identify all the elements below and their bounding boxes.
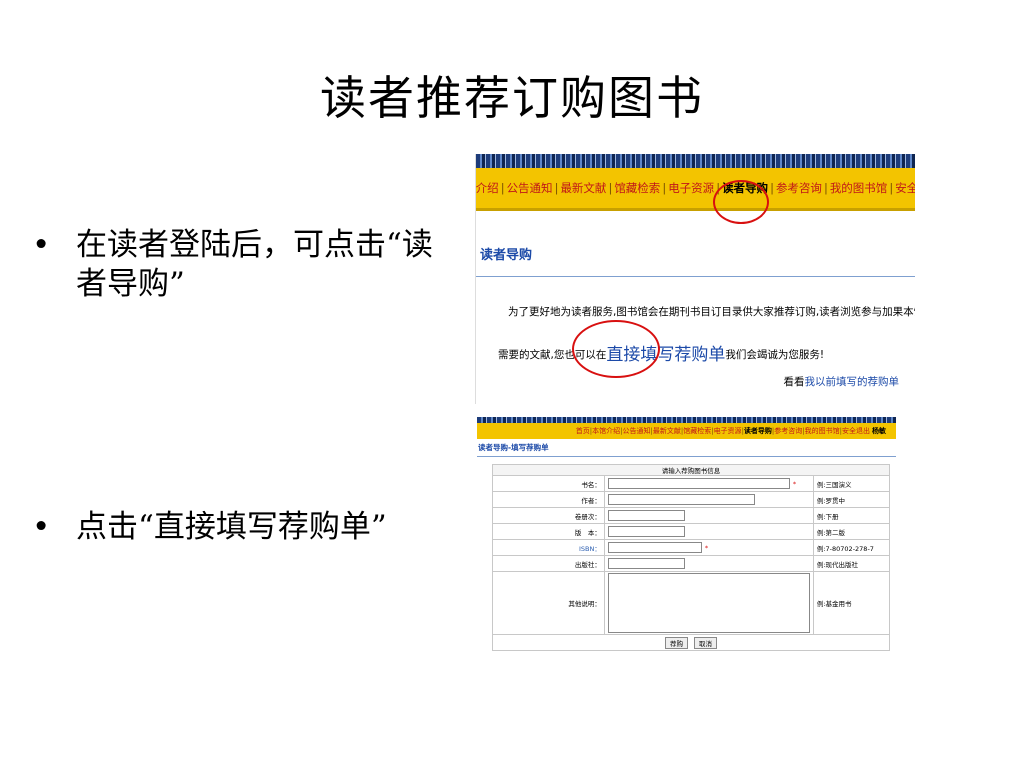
nav-bar: 首页| 本馆介绍| 公告通知| 最新文献| 馆藏检索| 电子资源| 读者导购| … (476, 168, 915, 211)
page-heading: 读者导购 (480, 248, 533, 263)
field-example: 例:下册 (812, 507, 891, 524)
nav-item-catalog[interactable]: 馆藏检索 (613, 180, 661, 196)
form-row-publisher: 出版社： 例:现代出版社 (492, 555, 891, 572)
recommend-form: 请输入荐购图书信息 书名： * 例:三国演义 作者： 例:罗贯中 卷册次： 例:… (492, 464, 891, 651)
bullet-fill-form: • 点击“直接填写荐购单” (32, 508, 442, 547)
field-label: 其他说明： (492, 571, 605, 635)
screenshot-recommend-form: 首页 | 本馆介绍 | 公告通知 | 最新文献 | 馆藏检索 | 电子资源 | 读者导购 | … (477, 417, 896, 679)
slide-title: 读者推荐订购图书 (320, 71, 704, 125)
bullet-login: • 在读者登陆后，可点击“读者导购” (32, 226, 442, 304)
nav-item-logout[interactable]: 安全退出 (894, 180, 915, 196)
highlight-circle (572, 320, 660, 378)
nav-item-notices[interactable]: 公告通知 (506, 180, 554, 196)
page-heading: 读者导购-填写荐购单 (477, 439, 896, 457)
required-mark: * (792, 479, 797, 488)
divider (476, 276, 915, 277)
field-example: 例:7-80702-278-7 (812, 539, 891, 556)
intro-text: 为了更好地为读者服务,图书馆会在期刊书目订目录供大家推荐订购,读者浏览参与加果本… (508, 306, 915, 318)
nav-item-e-resources[interactable]: 电子资源 (667, 180, 715, 196)
nav-item-reference[interactable]: 参考咨询 (774, 426, 802, 436)
form-title: 请输入荐购图书信息 (492, 464, 890, 476)
form-row-buttons: 荐购 取消 (492, 634, 890, 651)
field-label: 作者： (492, 491, 605, 508)
nav-item-e-resources[interactable]: 电子资源 (714, 426, 742, 436)
nav-item-notices[interactable]: 公告通知 (622, 426, 650, 436)
form-row-volume: 卷册次： 例:下册 (492, 507, 891, 524)
field-example: 例:罗贯中 (812, 491, 891, 508)
form-row-author: 作者： 例:罗贯中 (492, 491, 891, 508)
field-label: 书名： (492, 475, 605, 492)
nav-item-my-library[interactable]: 我的图书馆 (829, 180, 889, 196)
intro-text-2: 需要的文献,您也可以在直接填写荐购单我们会竭诚为您服务! (498, 340, 824, 365)
nav-item-my-library[interactable]: 我的图书馆 (805, 426, 840, 436)
field-label: 卷册次： (492, 507, 605, 524)
nav-bar: 首页| 本馆介绍| 公告通知| 最新文献| 馆藏检索| 电子资源| 读者导购| … (477, 423, 896, 439)
field-example: 例:三国演义 (812, 475, 891, 492)
form-row-edition: 版 本： 例:第二版 (492, 523, 891, 540)
nav-item-about[interactable]: 本馆介绍 (476, 180, 500, 196)
nav-item-new-docs[interactable]: 最新文献 (653, 426, 681, 436)
publisher-input[interactable] (607, 558, 685, 569)
user-name: 杨敏 (872, 427, 886, 435)
nav-item-catalog[interactable]: 馆藏检索 (683, 426, 711, 436)
edition-input[interactable] (607, 526, 685, 537)
form-row-notes: 其他说明： 例:基金用书 (492, 571, 891, 635)
nav-item-home[interactable]: 首页 (576, 426, 590, 436)
bullet-marker: • (32, 509, 51, 545)
bullet-text: 在读者登陆后，可点击“读者导购” (76, 227, 433, 302)
notes-textarea[interactable] (607, 573, 810, 633)
nav-item-about[interactable]: 本馆介绍 (592, 426, 620, 436)
history-pre: 看看 (783, 376, 805, 388)
author-input[interactable] (607, 494, 755, 505)
form-row-title: 书名： * 例:三国演义 (492, 475, 891, 492)
field-example: 例:基金用书 (812, 571, 891, 635)
cancel-button[interactable]: 取消 (694, 636, 718, 649)
field-example: 例:第二版 (812, 523, 891, 540)
highlight-circle (713, 180, 769, 224)
field-label: ISBN： (492, 539, 605, 556)
submit-button[interactable]: 荐购 (664, 636, 688, 649)
nav-item-reader-guide[interactable]: 读者导购 (744, 426, 772, 436)
intro-text-post: 我们会竭诚为您服务! (725, 349, 825, 361)
bullet-text: 点击“直接填写荐购单” (76, 509, 387, 545)
field-example: 例:现代出版社 (812, 555, 891, 572)
volume-input[interactable] (607, 510, 685, 521)
field-label: 版 本： (492, 523, 605, 540)
history-line: 看看我以前填写的荐购单 (784, 374, 900, 389)
bullet-marker: • (32, 227, 51, 263)
nav-item-logout[interactable]: 安全退出 (842, 426, 870, 436)
isbn-input[interactable] (607, 542, 702, 553)
field-label: 出版社： (492, 555, 605, 572)
title-input[interactable] (607, 478, 790, 489)
nav-item-reference[interactable]: 参考咨询 (775, 180, 823, 196)
required-mark: * (704, 543, 709, 552)
screenshot-reader-guide: 首页| 本馆介绍| 公告通知| 最新文献| 馆藏检索| 电子资源| 读者导购| … (475, 154, 915, 404)
form-row-isbn: ISBN： * 例:7-80702-278-7 (492, 539, 891, 556)
history-link[interactable]: 我以前填写的荐购单 (805, 376, 900, 388)
site-banner (476, 154, 915, 168)
nav-item-new-docs[interactable]: 最新文献 (559, 180, 607, 196)
